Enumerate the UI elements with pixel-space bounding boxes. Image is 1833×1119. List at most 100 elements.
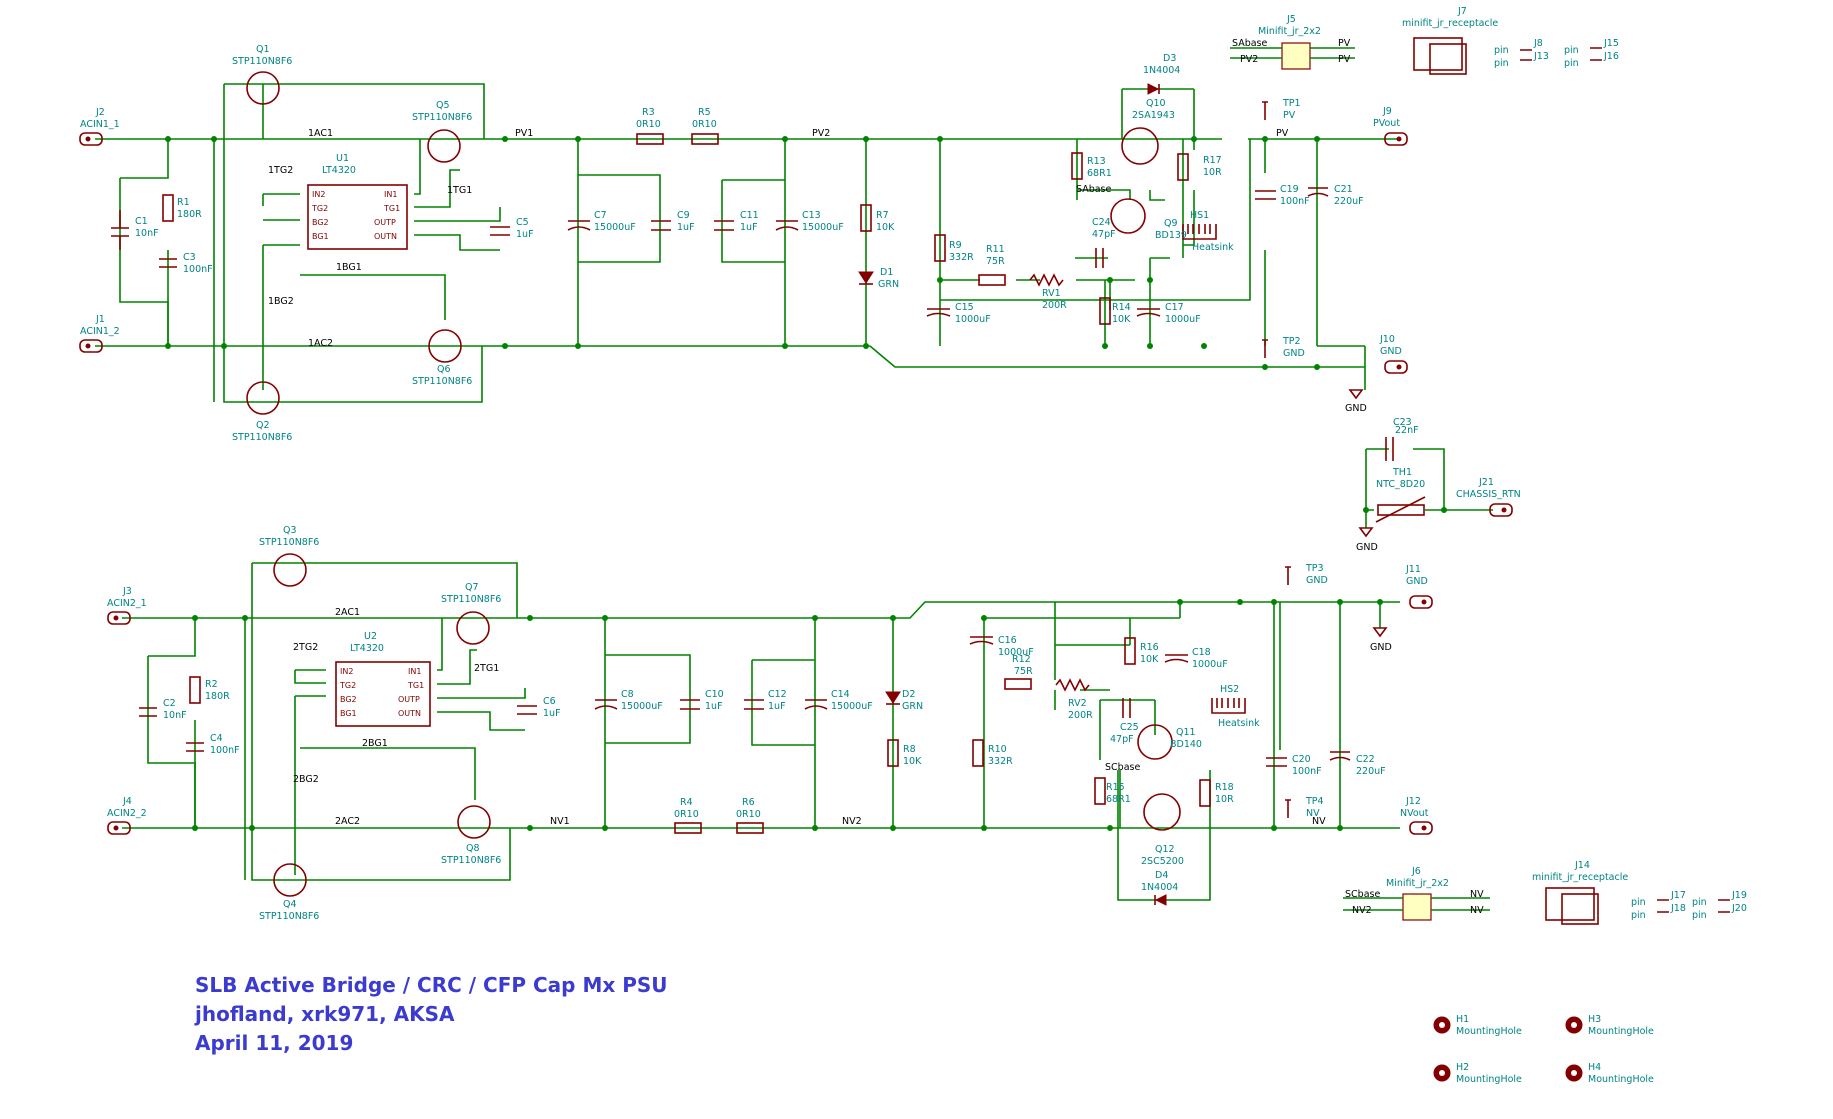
u2-pin-tg1: TG1 <box>407 681 424 690</box>
j7-val: minifit_jr_receptacle <box>1402 18 1498 29</box>
h4-ref: H4 <box>1588 1062 1601 1073</box>
u1-pin-bg2: BG2 <box>312 218 329 227</box>
r17-ref: R17 <box>1203 155 1222 166</box>
j11-ref: J11 <box>1405 564 1421 575</box>
u1-pin-in2: IN2 <box>312 190 325 199</box>
net-1ac1: 1AC1 <box>308 128 333 139</box>
c13-ref: C13 <box>802 210 821 221</box>
c8-ref: C8 <box>621 689 634 700</box>
c3-ref: C3 <box>183 252 196 263</box>
net-pv: PV <box>1276 128 1289 139</box>
r6-ref: R6 <box>742 797 755 808</box>
j5-pin1-net: SAbase <box>1232 38 1268 49</box>
q12-val: 2SC5200 <box>1141 856 1184 867</box>
d4-val: 1N4004 <box>1141 882 1178 893</box>
q9-val: BD139 <box>1155 230 1187 241</box>
j6-ref: J6 <box>1411 866 1421 877</box>
j19-ref: J19 <box>1731 890 1747 901</box>
r14-ref: R14 <box>1112 302 1131 313</box>
c20-ref: C20 <box>1292 754 1311 765</box>
rv1-val: 200R <box>1042 300 1067 311</box>
u1-pin-outn: OUTN <box>374 232 397 241</box>
tp4-ref: TP4 <box>1305 796 1324 807</box>
q4-val: STP110N8F6 <box>259 911 319 922</box>
c1-val: 10nF <box>135 228 159 239</box>
title-line-2: jhofland, xrk971, AKSA <box>195 1002 455 1026</box>
q5-ref: Q5 <box>436 100 450 111</box>
r17-val: 10R <box>1203 167 1222 178</box>
r2-val: 180R <box>205 691 230 702</box>
q5-val: STP110N8F6 <box>412 112 472 123</box>
c11-val: 1uF <box>740 222 758 233</box>
c1-ref: C1 <box>135 216 148 227</box>
r8-ref: R8 <box>903 744 916 755</box>
j17-val: pin <box>1631 897 1646 908</box>
r11-ref: R11 <box>986 244 1005 255</box>
r15-val: 68R1 <box>1106 794 1131 805</box>
schematic: J2 ACIN1_1 J1 ACIN1_2 J3 ACIN2_1 J4 ACIN… <box>79 6 1747 1085</box>
th1-val: NTC_8D20 <box>1376 479 1425 490</box>
c9-ref: C9 <box>677 210 690 221</box>
j13-val: pin <box>1494 58 1509 69</box>
h1-val: MountingHole <box>1456 1026 1522 1037</box>
u2-pin-bg1: BG1 <box>340 709 357 718</box>
c9-val: 1uF <box>677 222 695 233</box>
rv2-ref: RV2 <box>1068 698 1087 709</box>
net-2ac2: 2AC2 <box>335 816 360 827</box>
j11-val: GND <box>1406 576 1428 587</box>
u2-pin-bg2: BG2 <box>340 695 357 704</box>
d3-val: 1N4004 <box>1143 65 1180 76</box>
h3-ref: H3 <box>1588 1014 1601 1025</box>
c22-val: 220uF <box>1356 766 1386 777</box>
j15-pin-val: pin <box>1564 45 1579 56</box>
net-nv: NV <box>1312 816 1326 827</box>
q12-ref: Q12 <box>1155 844 1175 855</box>
u2-pin-tg2: TG2 <box>339 681 356 690</box>
q9-ref: Q9 <box>1164 218 1178 229</box>
c6-val: 1uF <box>543 708 561 719</box>
j15-ref: J15 <box>1603 38 1619 49</box>
net-nv1: NV1 <box>550 816 570 827</box>
tp1-ref: TP1 <box>1282 98 1301 109</box>
gnd-symbol-3-label: GND <box>1370 642 1392 653</box>
c22-ref: C22 <box>1356 754 1375 765</box>
net-1bg2: 1BG2 <box>268 296 294 307</box>
r7-val: 10K <box>876 222 895 233</box>
j4-ref: J4 <box>122 796 132 807</box>
r2-ref: R2 <box>205 679 218 690</box>
tp2-val: GND <box>1283 348 1305 359</box>
r18-val: 10R <box>1215 794 1234 805</box>
r3-ref: R3 <box>642 107 655 118</box>
j12-val: NVout <box>1400 808 1429 819</box>
net-2ac1: 2AC1 <box>335 607 360 618</box>
j7-ref: J7 <box>1457 6 1467 17</box>
u2-pin-in1: IN1 <box>408 667 421 676</box>
h4-val: MountingHole <box>1588 1074 1654 1085</box>
c10-val: 1uF <box>705 701 723 712</box>
r10-ref: R10 <box>988 744 1007 755</box>
net-2bg2: 2BG2 <box>293 774 319 785</box>
c17-val: 1000uF <box>1165 314 1201 325</box>
j21-val: CHASSIS_RTN <box>1456 489 1521 500</box>
h2-val: MountingHole <box>1456 1074 1522 1085</box>
c5-val: 1uF <box>516 229 534 240</box>
q1-val: STP110N8F6 <box>232 56 292 67</box>
net-nv2: NV2 <box>842 816 862 827</box>
j5-val: Minifit_jr_2x2 <box>1258 26 1321 37</box>
j9-ref: J9 <box>1382 106 1392 117</box>
r12-val: 75R <box>1014 666 1033 677</box>
title-line-1: SLB Active Bridge / CRC / CFP Cap Mx PSU <box>195 973 668 997</box>
c20-val: 100nF <box>1292 766 1322 777</box>
j6-pin1-net: SCbase <box>1345 889 1380 900</box>
u2-pin-outp: OUTP <box>398 695 420 704</box>
hs1-ref: HS1 <box>1190 210 1209 221</box>
hs1-val: Heatsink <box>1192 242 1234 253</box>
tp3-val: GND <box>1306 575 1328 586</box>
j1-ref: J1 <box>95 314 105 325</box>
u2-val: LT4320 <box>350 643 384 654</box>
q8-ref: Q8 <box>466 843 480 854</box>
c11-ref: C11 <box>740 210 759 221</box>
q3-val: STP110N8F6 <box>259 537 319 548</box>
net-2tg2: 2TG2 <box>293 642 318 653</box>
r1-val: 180R <box>177 209 202 220</box>
